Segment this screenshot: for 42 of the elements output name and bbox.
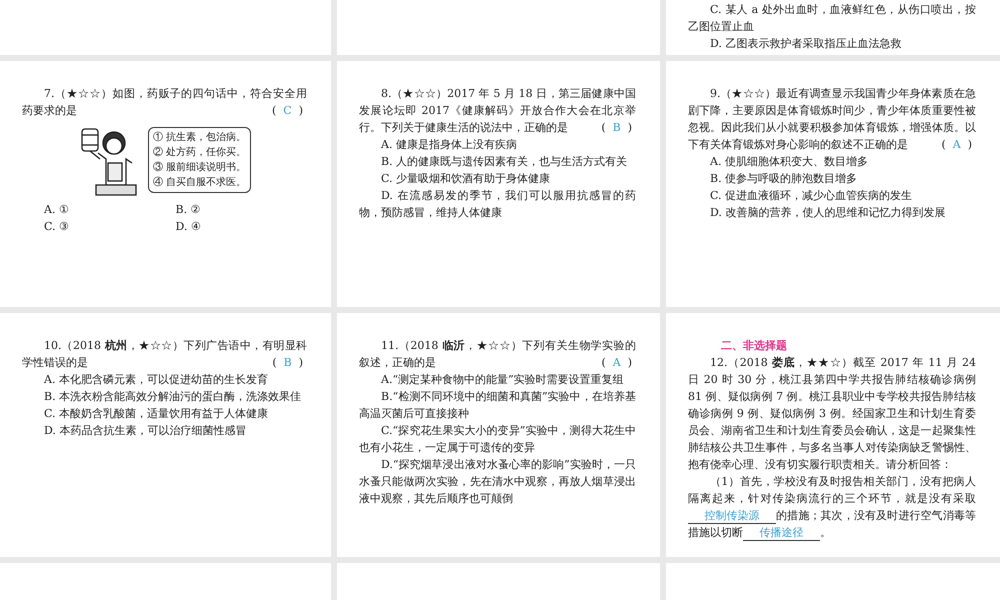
- option-text: D.“探究烟草浸出液对水蚤心率的影响”实验时，一只水蚤只能做两次实验，先在清水中观察，再放人烟草浸出液中观察，其先后顺序也可颠倒: [359, 457, 636, 507]
- option-text: B.“检测不同环境中的细菌和真菌”实验中，在培养基高温灭菌后可直接接种: [359, 389, 636, 422]
- bubble-text: ② 处方药，任你买。: [152, 146, 246, 160]
- option-text: A. 健康是指身体上没有疾病: [380, 137, 518, 153]
- fill-in-line: 控制传染源: [688, 508, 776, 524]
- option-text: C. 某人 a 处外出血时，血液鲜红色，从伤口喷出，按乙图位置止血: [688, 2, 976, 35]
- option-text: C. 少量吸烟和饮酒有助于身体健康: [380, 171, 552, 187]
- bubble-text: ① 抗生素，包治病。: [152, 130, 246, 145]
- slide-thumbnail[interactable]: 8.（★☆☆）2017 年 5 月 18 日，第三届健康中国发展论坛即 2017《健康解码》开放合作大会在北京举行。下列关于健康生活的说法中，正确的是 ( B ) A. 健康是指身体上没有疾病 B. 人的健康既与遗传因素有关，也与生活方式有关 C. 少量吸烟和饮酒有助于身体健康 D. 在流感易发的季节，我们可以服用抗感冒的药物，预防感冒，维持人体健康: [337, 61, 660, 307]
- slide-thumbnail[interactable]: 7.（★☆☆）如图，药贩子的四句话中，符合安全用药要求的是 ( C ) ① 抗生素，包治病。 ② 处方药，任你买。 ③ 服前细读说明书。 ④ 自买自服不求医。 A. ① B. ② C. ③ D. ④: [0, 61, 331, 307]
- question-text: 12.（2018 娄底，★★☆）截至 2017 年 11 月 24 日 20 时 30 分，桃江县第四中学共报告肺结核确诊病例 81 例、疑似病例 7 例。桃江县职业中专学校共报告肺结核确诊病例 9 例、疑似病例 3 例。经国家卫生和计划生育委员会、湖南省卫生和计划生育委员会确认，这是一起聚集性肺结核公共卫生事件，与多名当事人对传染病缺乏警惕性、抱有侥幸心理、没有切实履行职责相关。请分析回答：: [688, 355, 976, 473]
- option-text: B. ②: [176, 202, 202, 218]
- slide-thumbnail[interactable]: 10.（2018 杭州，★☆☆）下列广告语中，有明显科学性错误的是 ( B ) A. 本化肥含磷元素，可以促进幼苗的生长发育 B. 本洗衣粉含能高效分解油污的蛋白酶，洗涤效果佳 C. 本酸奶含乳酸菌，适量饮用有益于人体健康 D. 本药品含抗生素，可以治疗细菌性感冒: [0, 313, 331, 557]
- question-text: 9.（★☆☆）最近有调查显示我国青少年身体素质在急剧下降，主要原因是体育锻炼时间少，青少年体质重要性被忽视。因此我们从小就要积极参加体育锻炼，增强体质。以下有关体育锻炼对身心影响的叙述不正确的是 ( A ): [688, 86, 976, 153]
- option-text: A. ①: [44, 202, 70, 218]
- question-text: 7.（★☆☆）如图，药贩子的四句话中，符合安全用药要求的是 ( C ): [22, 86, 307, 119]
- question-text: 8.（★☆☆）2017 年 5 月 18 日，第三届健康中国发展论坛即 2017《健康解码》开放合作大会在北京举行。下列关于健康生活的说法中，正确的是 ( B ): [359, 86, 636, 136]
- section-heading: 二、非选择题: [720, 338, 788, 354]
- question-text: （1）首先，学校没有及时报告相关部门，没有把病人隔离起来，针对传染病流行的三个环节，就是没有采取 控制传染源 的措施；其次，没有及时进行空气消毒等措施以切断 传播途径 。: [688, 474, 976, 541]
- option-text: C. 本酸奶含乳酸菌，适量饮用有益于人体健康: [43, 406, 270, 422]
- option-text: C. 促进血液循环，减少心血管疾病的发生: [709, 188, 914, 204]
- option-text: D. 在流感易发的季节，我们可以服用抗感冒的药物，预防感冒，维持人体健康: [359, 188, 636, 221]
- option-text: B. 本洗衣粉含能高效分解油污的蛋白酶，洗涤效果佳: [43, 389, 302, 405]
- option-text: D. 本药品含抗生素，可以治疗细菌性感冒: [43, 423, 248, 439]
- slide-thumbnail[interactable]: 9.（★☆☆）最近有调查显示我国青少年身体素质在急剧下降，主要原因是体育锻炼时间少，青少年体质重要性被忽视。因此我们从小就要积极参加体育锻炼，增强体质。以下有关体育锻炼对身心影响的叙述不正确的是 ( A ) A. 使肌细胞体积变大、数目增多 B. 使参与呼吸的肺泡数目增多 C. 促进血液循环，减少心血管疾病的发生 D. 改善脑的营养，使人的思维和记忆力得到发展: [666, 61, 1000, 307]
- bubble-text: ③ 服前细读说明书。: [152, 160, 246, 175]
- option-text: D. 乙图表示救护者采取指压止血法急救: [709, 36, 902, 52]
- option-text: C.“探究花生果实大小的变异”实验中，测得大花生中也有小花生，一定属于可遗传的变异: [359, 423, 636, 456]
- option-text: C. ③: [44, 219, 70, 235]
- option-text: A. 使肌细胞体积变大、数目增多: [709, 154, 869, 170]
- option-text: D. ④: [176, 219, 202, 235]
- option-text: A.“测定某种食物中的能量”实验时需要设置重复组: [380, 372, 625, 388]
- option-text: B. 人的健康既与遗传因素有关，也与生活方式有关: [380, 154, 628, 170]
- bubble-text: ④ 自买自服不求医。: [152, 176, 246, 190]
- option-text: A. 本化肥含磷元素，可以促进幼苗的生长发育: [43, 372, 269, 388]
- option-text: D. 改善脑的营养，使人的思维和记忆力得到发展: [709, 205, 946, 221]
- question-text: 10.（2018 杭州，★☆☆）下列广告语中，有明显科学性错误的是 ( B ): [22, 338, 307, 371]
- slide-thumbnail[interactable]: C. 某人 a 处外出血时，血液鲜红色，从伤口喷出，按乙图位置止血 D. 乙图表示救护者采取指压止血法急救: [666, 0, 1000, 55]
- question-text: 11.（2018 临沂，★☆☆）下列有关生物学实验的叙述，正确的是 ( A ): [359, 338, 636, 371]
- fill-in-line: 传播途径: [743, 525, 820, 541]
- slide-thumbnail[interactable]: [666, 313, 1000, 557]
- option-text: B. 使参与呼吸的肺泡数目增多: [709, 171, 858, 187]
